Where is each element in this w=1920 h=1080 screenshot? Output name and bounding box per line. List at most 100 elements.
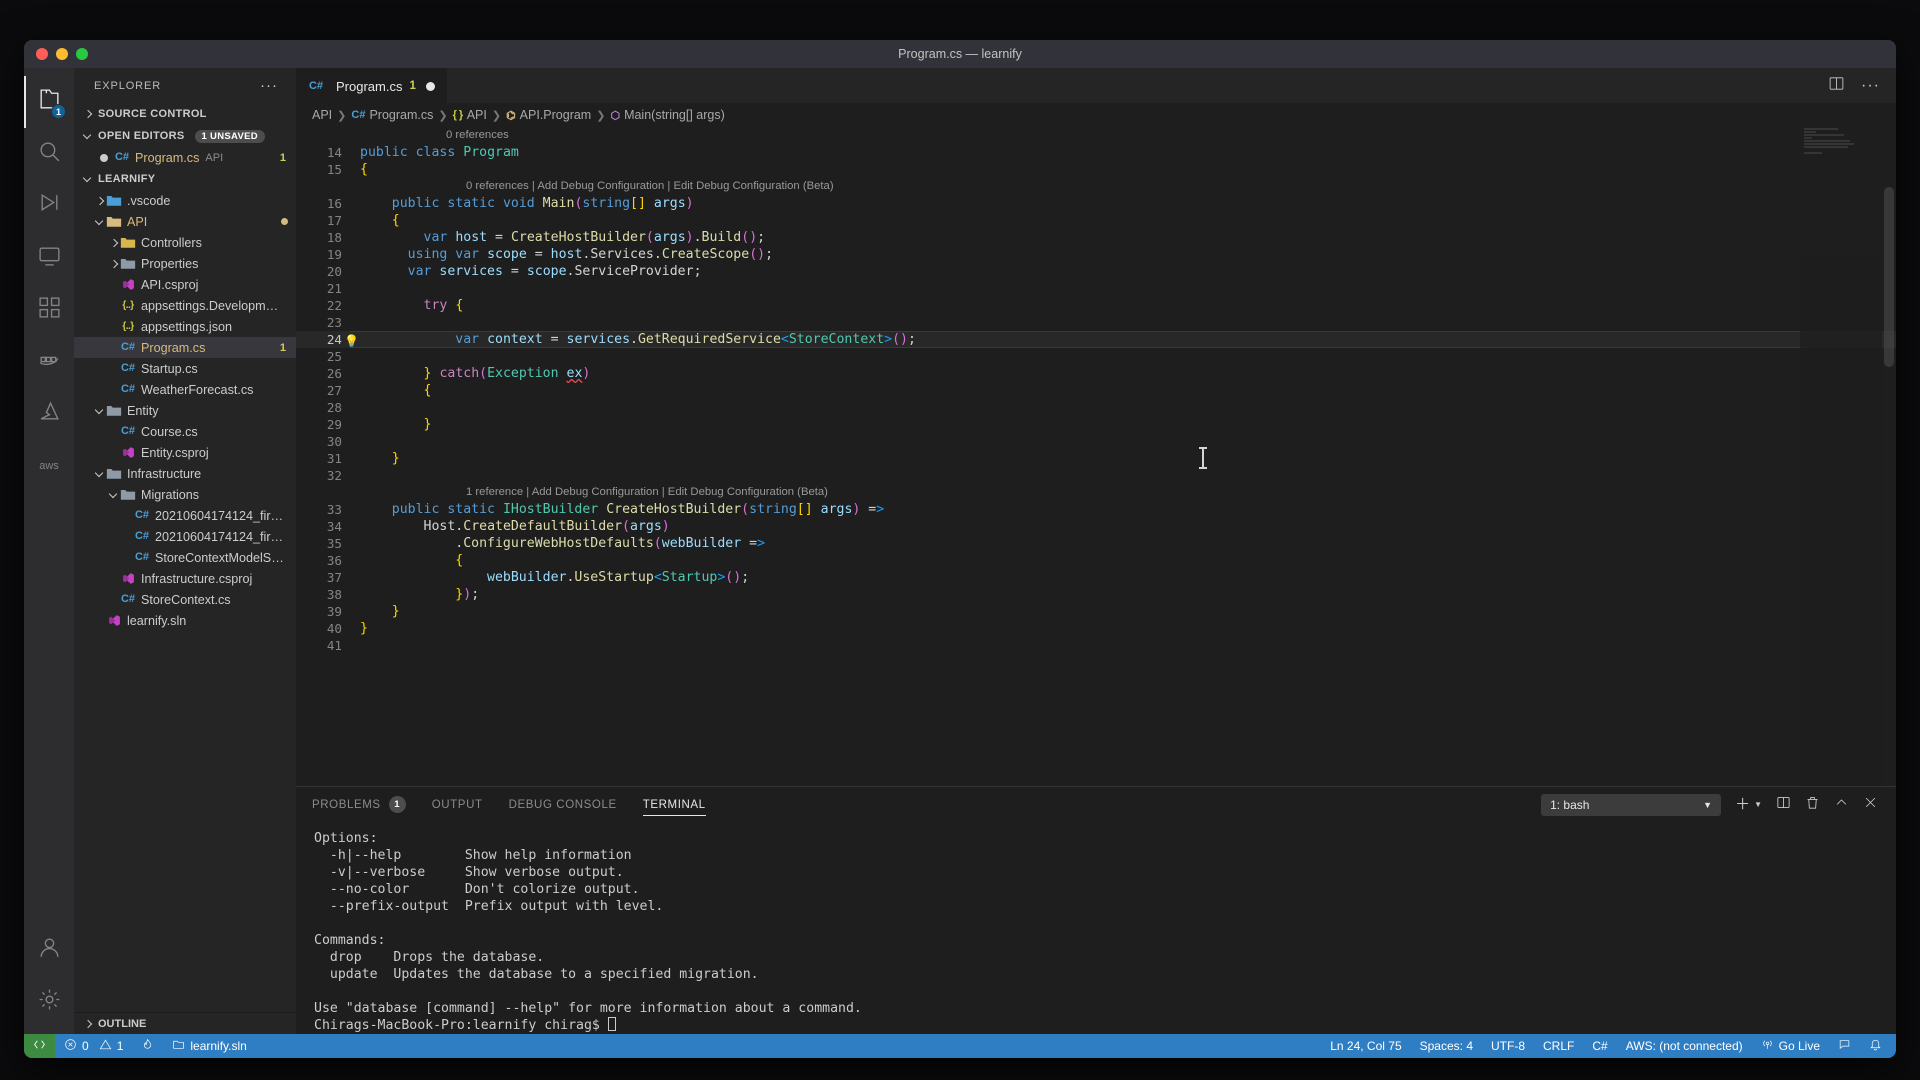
- code-lens-text[interactable]: 0 references | Add Debug Configuration |…: [360, 178, 834, 195]
- split-editor-icon[interactable]: [1828, 75, 1845, 97]
- activity-azure[interactable]: [24, 388, 74, 440]
- section-workspace-learnify[interactable]: LEARNIFY: [74, 168, 296, 190]
- kill-terminal-icon[interactable]: [1805, 795, 1820, 815]
- code-lens[interactable]: 0 references: [296, 127, 1896, 144]
- terminal-dropdown-icon[interactable]: ▼: [1754, 800, 1762, 809]
- code-line[interactable]: 24 💡 var context = services.GetRequiredSe…: [296, 331, 1896, 348]
- status-eol[interactable]: CRLF: [1534, 1034, 1583, 1058]
- code-line[interactable]: 28: [296, 399, 1896, 416]
- split-terminal-icon[interactable]: [1776, 795, 1791, 815]
- status-solution[interactable]: learnify.sln: [163, 1034, 255, 1058]
- code-lens-text[interactable]: 0 references: [360, 127, 509, 144]
- status-problems[interactable]: 0 1: [55, 1034, 132, 1058]
- activity-search[interactable]: [24, 128, 74, 180]
- tree-file[interactable]: C# Startup.cs: [74, 358, 296, 379]
- tab-dirty-indicator[interactable]: [425, 81, 435, 91]
- tab-problems[interactable]: PROBLEMS 1: [312, 787, 406, 822]
- status-go-live[interactable]: Go Live: [1752, 1034, 1829, 1058]
- tab-terminal[interactable]: TERMINAL: [642, 787, 706, 822]
- code-line[interactable]: 31 }: [296, 450, 1896, 467]
- tree-file[interactable]: API.csproj: [74, 274, 296, 295]
- tree-folder[interactable]: Migrations: [74, 484, 296, 505]
- tree-folder[interactable]: API: [74, 211, 296, 232]
- close-window-button[interactable]: [36, 48, 48, 60]
- code-line[interactable]: 29 }: [296, 416, 1896, 433]
- activity-remote-explorer[interactable]: [24, 232, 74, 284]
- status-indentation[interactable]: Spaces: 4: [1411, 1034, 1482, 1058]
- code-line[interactable]: 39 }: [296, 603, 1896, 620]
- traffic-lights[interactable]: [24, 48, 88, 60]
- editor-scrollbar[interactable]: [1884, 187, 1894, 367]
- new-terminal-icon[interactable]: ＋: [1735, 797, 1750, 812]
- tree-file[interactable]: C# Program.cs 1: [74, 337, 296, 358]
- chevron-down-icon[interactable]: [108, 489, 120, 501]
- code-line[interactable]: 37 webBuilder.UseStartup<Startup>();: [296, 569, 1896, 586]
- tree-folder[interactable]: .vscode: [74, 190, 296, 211]
- minimap[interactable]: [1800, 127, 1882, 786]
- tree-file[interactable]: Infrastructure.csproj: [74, 568, 296, 589]
- code-lens-text[interactable]: 1 reference | Add Debug Configuration | …: [360, 484, 828, 501]
- code-lens[interactable]: 1 reference | Add Debug Configuration | …: [296, 484, 1896, 501]
- tree-file[interactable]: {..} appsettings.Developm…: [74, 295, 296, 316]
- code-line[interactable]: 23: [296, 314, 1896, 331]
- tree-folder[interactable]: Infrastructure: [74, 463, 296, 484]
- tree-folder[interactable]: Properties: [74, 253, 296, 274]
- maximize-window-button[interactable]: [76, 48, 88, 60]
- breadcrumb-item-3[interactable]: ⌬ API.Program: [506, 108, 591, 122]
- status-language-mode[interactable]: C#: [1583, 1034, 1616, 1058]
- tab-program-cs[interactable]: C# Program.cs 1: [296, 68, 448, 103]
- chevron-down-icon[interactable]: [94, 468, 106, 480]
- code-line[interactable]: 27 {: [296, 382, 1896, 399]
- code-line[interactable]: 26 } catch(Exception ex): [296, 365, 1896, 382]
- remote-indicator[interactable]: [24, 1034, 55, 1058]
- activity-docker[interactable]: [24, 336, 74, 388]
- status-feedback[interactable]: [1829, 1034, 1860, 1058]
- code-line[interactable]: 41: [296, 637, 1896, 654]
- status-cursor-position[interactable]: Ln 24, Col 75: [1321, 1034, 1410, 1058]
- breadcrumb-item-4[interactable]: ⬡ Main(string[] args): [610, 108, 724, 122]
- terminal-content[interactable]: Options: -h|--help Show help information…: [296, 822, 1896, 1034]
- section-source-control[interactable]: SOURCE CONTROL: [74, 103, 296, 125]
- code-line[interactable]: 32: [296, 467, 1896, 484]
- code-line[interactable]: 30: [296, 433, 1896, 450]
- status-aws[interactable]: AWS: (not connected): [1617, 1034, 1752, 1058]
- tree-file[interactable]: {..} appsettings.json: [74, 316, 296, 337]
- tree-file[interactable]: C# StoreContextModelS…: [74, 547, 296, 568]
- code-line[interactable]: 19 using var scope = host.Services.Creat…: [296, 246, 1896, 263]
- tree-folder[interactable]: Entity: [74, 400, 296, 421]
- tree-file[interactable]: C# 20210604174124_fir…: [74, 526, 296, 547]
- terminal-selector[interactable]: 1: bash ▼: [1541, 793, 1722, 816]
- chevron-down-icon[interactable]: [94, 405, 106, 417]
- code-line[interactable]: 16 public static void Main(string[] args…: [296, 195, 1896, 212]
- breadcrumb-item-0[interactable]: API: [312, 108, 332, 122]
- chevron-right-icon[interactable]: [108, 237, 120, 249]
- code-line[interactable]: 14 public class Program: [296, 144, 1896, 161]
- tree-file[interactable]: Entity.csproj: [74, 442, 296, 463]
- tree-file[interactable]: C# StoreContext.cs: [74, 589, 296, 610]
- activity-extensions[interactable]: [24, 284, 74, 336]
- activity-accounts[interactable]: [24, 924, 74, 976]
- chevron-down-icon[interactable]: [94, 216, 106, 228]
- code-lens[interactable]: 0 references | Add Debug Configuration |…: [296, 178, 1896, 195]
- minimize-window-button[interactable]: [56, 48, 68, 60]
- activity-settings[interactable]: [24, 976, 74, 1028]
- tree-file[interactable]: C# WeatherForecast.cs: [74, 379, 296, 400]
- tree-file[interactable]: C# 20210604174124_fir…: [74, 505, 296, 526]
- activity-explorer[interactable]: 1: [24, 76, 74, 128]
- status-live-share[interactable]: [132, 1034, 163, 1058]
- code-line[interactable]: 18 var host = CreateHostBuilder(args).Bu…: [296, 229, 1896, 246]
- close-panel-icon[interactable]: [1863, 795, 1878, 815]
- code-line[interactable]: 22 try {: [296, 297, 1896, 314]
- maximize-panel-icon[interactable]: [1834, 795, 1849, 815]
- section-outline[interactable]: OUTLINE: [74, 1012, 296, 1034]
- status-encoding[interactable]: UTF-8: [1482, 1034, 1534, 1058]
- code-line[interactable]: 20 var services = scope.ServiceProvider;: [296, 263, 1896, 280]
- more-actions-icon[interactable]: ···: [1861, 77, 1880, 94]
- sidebar-more-actions-icon[interactable]: ···: [260, 78, 278, 93]
- chevron-right-icon[interactable]: [94, 195, 106, 207]
- code-line[interactable]: 21: [296, 280, 1896, 297]
- open-editor-item[interactable]: C# Program.cs API 1: [74, 147, 296, 168]
- tree-folder[interactable]: Controllers: [74, 232, 296, 253]
- code-line[interactable]: 36 {: [296, 552, 1896, 569]
- code-line[interactable]: 34 Host.CreateDefaultBuilder(args): [296, 518, 1896, 535]
